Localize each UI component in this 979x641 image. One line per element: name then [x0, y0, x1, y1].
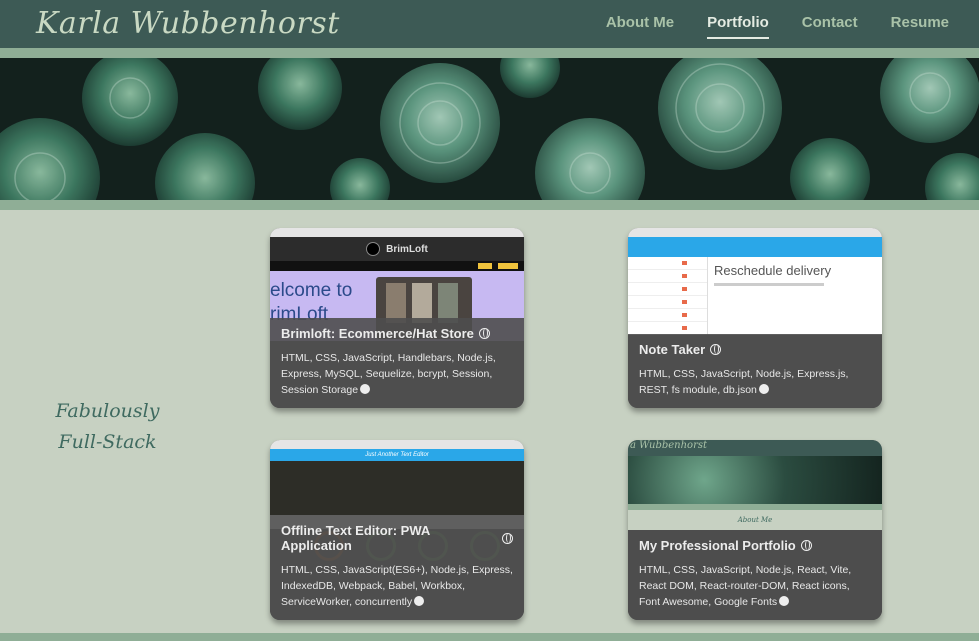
- globe-icon[interactable]: [800, 540, 812, 551]
- tagline: Fabulously Full-Stack: [40, 396, 175, 458]
- tagline-line-2: Full-Stack: [58, 431, 157, 453]
- project-info: Note Taker HTML, CSS, JavaScript, Node.j…: [628, 334, 882, 408]
- project-card-portfolio[interactable]: a Wubbenhorst About Me My Professional P…: [628, 440, 882, 620]
- project-tech-text: HTML, CSS, JavaScript(ES6+), Node.js, Ex…: [281, 564, 513, 608]
- hero-accent-band: [0, 200, 979, 210]
- project-title[interactable]: My Professional Portfolio: [639, 538, 871, 553]
- nav-about-me[interactable]: About Me: [606, 14, 674, 39]
- footer-accent-band: [0, 633, 979, 641]
- project-title[interactable]: Offline Text Editor: PWA Application: [281, 523, 513, 553]
- preview-brand: a Wubbenhorst: [630, 440, 708, 451]
- project-card-text-editor[interactable]: Just Another Text Editor Offline Text Ed…: [270, 440, 524, 620]
- globe-icon[interactable]: [478, 328, 490, 339]
- project-title[interactable]: Note Taker: [639, 342, 871, 357]
- project-card-note-taker[interactable]: Reschedule delivery Note Taker HTML, CSS…: [628, 228, 882, 408]
- header-accent-band: [0, 48, 979, 58]
- top-navbar: Karla Wubbenhorst About Me Portfolio Con…: [0, 0, 979, 48]
- tagline-line-1: Fabulously: [55, 400, 160, 422]
- nav-contact[interactable]: Contact: [802, 14, 858, 39]
- project-tech-list: HTML, CSS, JavaScript, Node.js, Express.…: [639, 366, 871, 398]
- hero-succulent-banner: [0, 58, 979, 200]
- project-tech-list: HTML, CSS, JavaScript, Handlebars, Node.…: [281, 350, 513, 398]
- site-brand[interactable]: Karla Wubbenhorst: [36, 6, 340, 41]
- globe-icon[interactable]: [502, 532, 513, 544]
- project-title-text[interactable]: Note Taker: [639, 342, 705, 357]
- project-tech-text: HTML, CSS, JavaScript, Handlebars, Node.…: [281, 352, 496, 396]
- project-info: My Professional Portfolio HTML, CSS, Jav…: [628, 530, 882, 620]
- preview-bar-title: Just Another Text Editor: [365, 452, 429, 458]
- project-info: Brimloft: Ecommerce/Hat Store HTML, CSS,…: [270, 318, 524, 408]
- project-tech-list: HTML, CSS, JavaScript(ES6+), Node.js, Ex…: [281, 562, 513, 610]
- github-icon[interactable]: [414, 596, 425, 606]
- project-title-text[interactable]: Offline Text Editor: PWA Application: [281, 523, 497, 553]
- preview-heading: Reschedule delivery: [714, 263, 832, 278]
- nav-resume[interactable]: Resume: [891, 14, 949, 39]
- project-info: Offline Text Editor: PWA Application HTM…: [270, 515, 524, 620]
- nav-portfolio[interactable]: Portfolio: [707, 14, 769, 39]
- github-icon[interactable]: [360, 384, 371, 394]
- preview-section: About Me: [737, 516, 773, 524]
- project-title-text[interactable]: Brimloft: Ecommerce/Hat Store: [281, 326, 474, 341]
- project-card-brimloft[interactable]: BrimLoft elcome to rimLoft Brimloft: Eco…: [270, 228, 524, 408]
- project-tech-text: HTML, CSS, JavaScript, Node.js, Express.…: [639, 368, 849, 396]
- github-icon[interactable]: [779, 596, 790, 606]
- main-nav: About Me Portfolio Contact Resume: [606, 14, 949, 39]
- github-icon[interactable]: [758, 384, 769, 394]
- preview-site-name: BrimLoft: [386, 243, 428, 255]
- project-title-text[interactable]: My Professional Portfolio: [639, 538, 796, 553]
- project-tech-text: HTML, CSS, JavaScript, Node.js, React, V…: [639, 564, 852, 608]
- project-title[interactable]: Brimloft: Ecommerce/Hat Store: [281, 326, 513, 341]
- project-tech-list: HTML, CSS, JavaScript, Node.js, React, V…: [639, 562, 871, 610]
- globe-icon[interactable]: [710, 344, 722, 355]
